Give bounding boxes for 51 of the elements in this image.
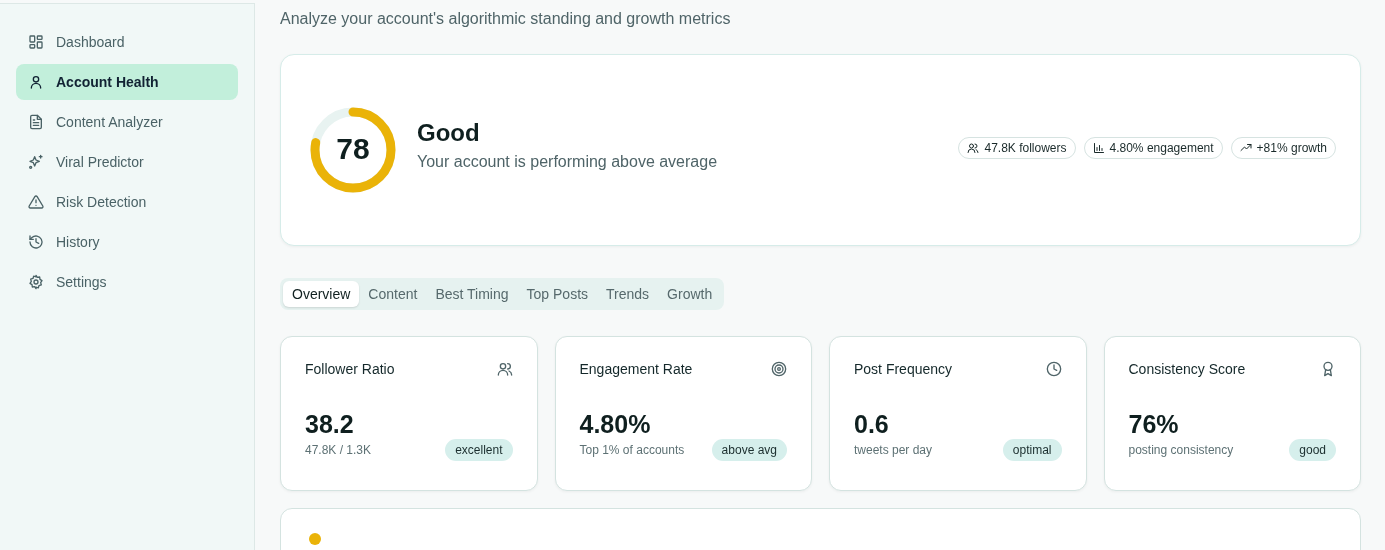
grid-icon xyxy=(28,34,44,50)
document-icon xyxy=(28,114,44,130)
tab[interactable]: Overview xyxy=(283,281,360,307)
sidebar-item[interactable]: Settings xyxy=(16,264,238,300)
metric-detail: posting consistency xyxy=(1128,443,1234,457)
sidebar-item[interactable]: Risk Detection xyxy=(16,184,238,220)
metric-detail: Top 1% of accounts xyxy=(579,443,685,457)
warning-icon xyxy=(28,194,44,210)
metric-value: 76% xyxy=(1128,410,1180,439)
tab[interactable]: Content xyxy=(359,281,427,307)
settings-icon xyxy=(28,274,44,290)
dot-icon xyxy=(309,533,321,545)
sidebar-item[interactable]: Dashboard xyxy=(16,24,238,60)
status-badge: good xyxy=(1289,439,1336,461)
score-value: 78 xyxy=(335,132,371,166)
metric-title: Follower Ratio xyxy=(305,361,395,377)
tab[interactable]: Trends xyxy=(597,281,659,307)
sidebar-item[interactable]: Account Health xyxy=(16,64,238,100)
status-badge: optimal xyxy=(1002,439,1062,461)
pill-text: 4.80% engagement xyxy=(1109,141,1214,155)
tab[interactable]: Top Posts xyxy=(517,281,598,307)
trend-up-icon xyxy=(1239,142,1252,154)
sidebar-item[interactable]: Viral Predictor xyxy=(16,144,238,180)
tab[interactable]: Best Timing xyxy=(426,281,518,307)
metric-title: Engagement Rate xyxy=(579,361,693,377)
metric-value: 4.80% xyxy=(579,410,652,439)
metric-value: 0.6 xyxy=(854,410,890,439)
page-subtitle: Analyze your account's algorithmic standing and growth metrics xyxy=(280,10,732,28)
users-icon xyxy=(967,142,980,154)
metric-title: Post Frequency xyxy=(854,361,953,377)
score-description: Your account is performing above average xyxy=(417,153,719,171)
clock-icon xyxy=(1045,361,1062,377)
history-icon xyxy=(28,234,44,250)
status-badge: excellent xyxy=(445,439,513,461)
status-badge: above avg xyxy=(711,439,787,461)
metric-detail: tweets per day xyxy=(854,443,933,457)
pill-text: 47.8K followers xyxy=(984,141,1067,155)
pill-text: +81% growth xyxy=(1256,141,1327,155)
sidebar-item[interactable]: History xyxy=(16,224,238,260)
metric-detail: 47.8K / 1.3K xyxy=(305,443,372,457)
metric-title: Consistency Score xyxy=(1128,361,1246,377)
metric-value: 38.2 xyxy=(305,410,355,439)
sidebar-item[interactable]: Content Analyzer xyxy=(16,104,238,140)
person-icon xyxy=(28,74,44,90)
users-icon xyxy=(496,361,513,377)
award-icon xyxy=(1320,361,1336,377)
sparkles-icon xyxy=(28,154,44,170)
target-icon xyxy=(771,361,787,377)
score-rating: Good xyxy=(417,119,481,147)
bar-chart-icon xyxy=(1092,142,1105,154)
tab[interactable]: Growth xyxy=(658,281,722,307)
